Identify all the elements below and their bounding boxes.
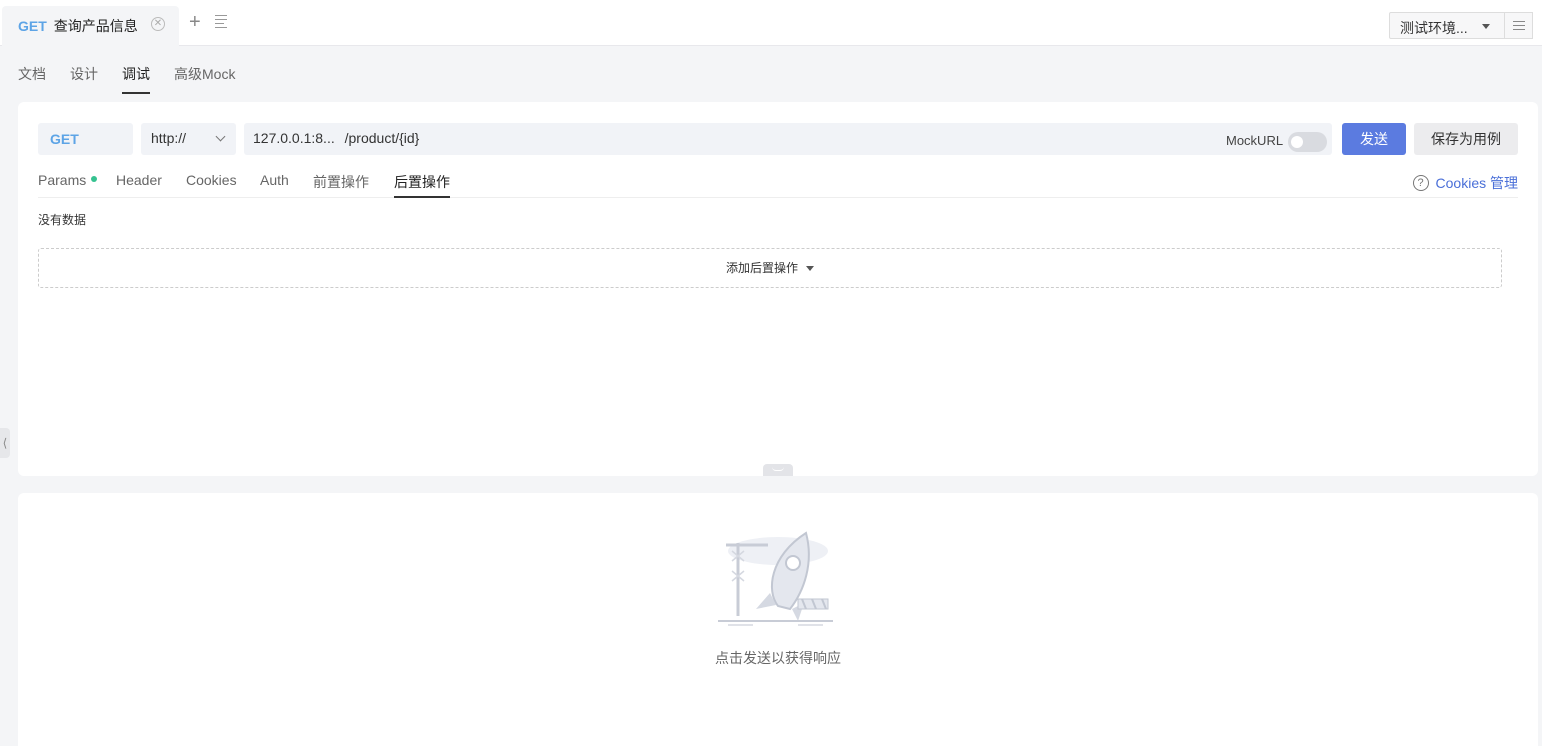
tab-design[interactable]: 设计 — [70, 64, 98, 94]
method-select[interactable]: GET — [38, 123, 133, 155]
cookies-manage-label: Cookies 管理 — [1435, 175, 1518, 191]
url-path: /product/{id} — [344, 130, 420, 146]
caret-down-icon — [806, 266, 814, 271]
url-input[interactable]: 127.0.0.1:8... /product/{id} — [244, 123, 1332, 155]
help-icon: ? — [1412, 175, 1429, 191]
empty-text: 没有数据 — [38, 213, 87, 227]
request-tab[interactable]: GET 查询产品信息 ✕ — [2, 6, 179, 46]
tab-post-operations[interactable]: 后置操作 — [394, 172, 450, 198]
response-hint: 点击发送以获得响应 — [715, 650, 841, 666]
caret-down-icon — [1482, 24, 1490, 29]
tab-docs[interactable]: 文档 — [18, 64, 46, 94]
tab-header[interactable]: Header — [116, 172, 162, 198]
mock-url-toggle[interactable] — [1288, 132, 1327, 152]
response-panel: 点击发送以获得响应 — [18, 493, 1538, 746]
tab-cookies[interactable]: Cookies — [186, 172, 237, 198]
sidebar-expand-icon[interactable]: ⟨ — [0, 428, 10, 458]
send-button[interactable]: 发送 — [1342, 123, 1406, 155]
tab-debug[interactable]: 调试 — [122, 64, 150, 94]
environment-select-value: 测试环境... — [1400, 20, 1468, 36]
tab-advanced-mock[interactable]: 高级Mock — [174, 64, 235, 94]
cookies-manage-link[interactable]: ? Cookies 管理 — [1412, 173, 1518, 193]
close-icon[interactable]: ✕ — [151, 17, 165, 31]
add-tab-icon[interactable]: + — [189, 12, 201, 32]
tab-params[interactable]: Params — [38, 172, 98, 198]
chevron-down-icon — [772, 467, 784, 471]
request-tab-method: GET — [18, 18, 47, 34]
url-host: 127.0.0.1:8... — [253, 130, 335, 146]
chevron-down-icon — [215, 131, 226, 142]
environment-settings-icon[interactable] — [1505, 12, 1533, 39]
environment-select[interactable]: 测试环境... — [1389, 12, 1505, 39]
add-post-operation-button[interactable]: 添加后置操作 — [38, 248, 1502, 288]
tab-pre-operations[interactable]: 前置操作 — [313, 172, 369, 198]
request-panel: GET http:// 127.0.0.1:8... /product/{id}… — [18, 102, 1538, 476]
tab-auth[interactable]: Auth — [260, 172, 289, 198]
save-as-case-button[interactable]: 保存为用例 — [1414, 123, 1518, 155]
status-dot — [91, 176, 98, 182]
tab-list-icon[interactable] — [215, 15, 231, 31]
view-tabs: 文档 设计 调试 高级Mock — [18, 64, 259, 94]
tab-params-label: Params — [38, 172, 87, 188]
top-tab-bar: GET 查询产品信息 ✕ + 测试环境... — [0, 0, 1542, 46]
protocol-value: http:// — [151, 130, 187, 146]
add-post-operation-label: 添加后置操作 — [725, 261, 798, 275]
collapse-handle[interactable] — [763, 464, 793, 476]
protocol-select[interactable]: http:// — [141, 123, 236, 155]
toggle-knob — [1291, 136, 1303, 148]
request-tab-name: 查询产品信息 — [53, 18, 138, 34]
mock-url-label: MockURL — [1226, 133, 1284, 148]
rocket-illustration — [718, 531, 833, 626]
param-tabs: Params Header Cookies Auth 前置操作 后置操作 — [38, 172, 1518, 198]
